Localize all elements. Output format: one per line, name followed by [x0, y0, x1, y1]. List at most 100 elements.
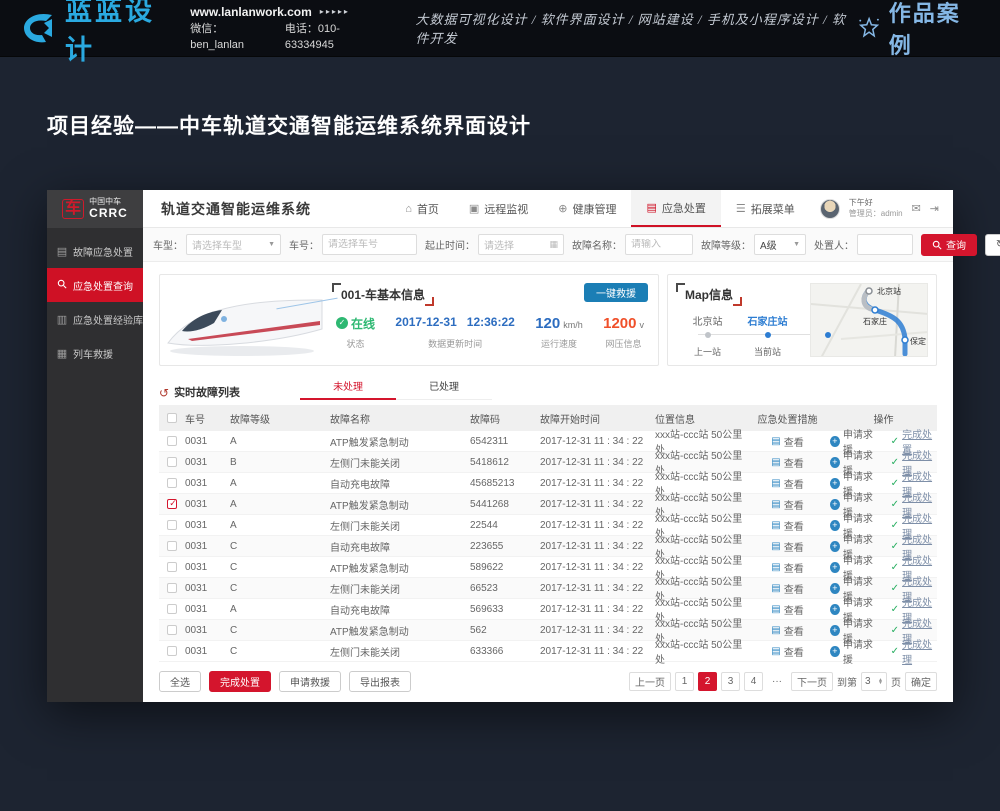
sidebar-item-label: 故障应急处置	[73, 244, 133, 259]
view-doc-icon: ▤	[771, 583, 780, 594]
view-link[interactable]: ▤ 查看	[771, 560, 803, 575]
one-key-rescue-button[interactable]: 一键救援	[584, 283, 648, 302]
view-link[interactable]: ▤ 查看	[771, 602, 803, 617]
query-button[interactable]: 查询	[921, 234, 977, 256]
logout-icon[interactable]: ⇥	[930, 202, 939, 215]
reset-button[interactable]: ↻ 重置	[985, 234, 1000, 256]
row-checkbox[interactable]	[167, 583, 177, 593]
cell-train-no: 0031	[185, 604, 230, 615]
confirm-button[interactable]: 确定	[905, 672, 937, 691]
nav-extend-menu[interactable]: ☰ 拓展菜单	[721, 190, 810, 227]
cell-fault-code: 5441268	[470, 499, 540, 510]
next-page-button[interactable]: 下一页	[791, 672, 833, 691]
row-checkbox[interactable]	[167, 457, 177, 467]
view-link[interactable]: ▤ 查看	[771, 623, 803, 638]
sidebar-item-experience-library[interactable]: ▥ 应急处置经验库	[47, 302, 143, 336]
select-all-checkbox[interactable]	[167, 413, 177, 423]
page-1-button[interactable]: 1	[675, 672, 694, 691]
export-report-button[interactable]: 导出报表	[349, 671, 411, 692]
complete-handle-button[interactable]: 完成处置	[209, 671, 271, 692]
apply-rescue-button[interactable]: 申请救援	[279, 671, 341, 692]
stat-speed: 120 km/h 运行速度	[535, 315, 583, 350]
fault-level-select[interactable]: A级 ▼	[754, 234, 806, 255]
page-2-button[interactable]: 2	[698, 672, 717, 691]
view-link[interactable]: ▤ 查看	[771, 539, 803, 554]
chevron-down-icon: ▼	[793, 241, 800, 248]
jump-unit: 页	[891, 674, 901, 689]
nav-home[interactable]: ⌂ 首页	[390, 190, 454, 227]
page-4-button[interactable]: 4	[744, 672, 763, 691]
map-label-shijiazhuang: 石家庄	[863, 316, 887, 326]
time-range-picker[interactable]: 请选择 ▦	[478, 234, 564, 255]
nav-emergency[interactable]: ▤ 应急处置	[631, 190, 720, 227]
cell-fault-name: ATP触发紧急制动	[330, 560, 470, 575]
page-3-button[interactable]: 3	[721, 672, 740, 691]
sidebar-item-fault-emergency[interactable]: ▤ 故障应急处置	[47, 234, 143, 268]
crrc-brand: 车 中国中车 CRRC	[47, 190, 143, 228]
cell-train-no: 0031	[185, 625, 230, 636]
cell-start-time: 2017-12-31 11 : 34 : 22	[540, 520, 655, 531]
select-all-button[interactable]: 全选	[159, 671, 201, 692]
station-name: 北京站	[693, 313, 723, 327]
view-link[interactable]: ▤ 查看	[771, 581, 803, 596]
view-link[interactable]: ▤ 查看	[771, 497, 803, 512]
row-checkbox[interactable]	[167, 562, 177, 572]
station-pos: 当前站	[754, 345, 781, 358]
plus-circle-icon: +	[830, 457, 840, 468]
row-checkbox[interactable]	[167, 520, 177, 530]
cell-fault-code: 589622	[470, 562, 540, 573]
view-link[interactable]: ▤ 查看	[771, 476, 803, 491]
row-checkbox[interactable]	[167, 436, 177, 446]
view-link[interactable]: ▤ 查看	[771, 518, 803, 533]
table-row: 0031 B 左侧门未能关闭 5418612 2017-12-31 11 : 3…	[159, 452, 937, 473]
voltage-value: 1200	[603, 315, 636, 332]
row-checkbox[interactable]	[167, 604, 177, 614]
train-info-card: 001-车基本信息 一键救援 ✓ 在线 状态 2017-12-31	[159, 274, 659, 366]
handler-input[interactable]	[863, 239, 907, 250]
view-link[interactable]: ▤ 查看	[771, 434, 803, 449]
row-checkbox[interactable]	[167, 625, 177, 635]
nav-health-manage[interactable]: ⊕ 健康管理	[543, 190, 631, 227]
view-doc-icon: ▤	[771, 625, 780, 636]
arrows-decoration: ▸▸▸▸▸	[320, 6, 350, 18]
view-link[interactable]: ▤ 查看	[771, 455, 803, 470]
refresh-icon[interactable]: ↺	[159, 386, 169, 400]
time-range-label: 起止时间：	[425, 237, 475, 252]
table-title: 实时故障列表	[174, 384, 240, 400]
jump-label: 到第	[837, 674, 857, 689]
nav-remote-monitor[interactable]: ▣ 远程监视	[454, 190, 543, 227]
cell-train-no: 0031	[185, 541, 230, 552]
tab-unhandled[interactable]: 未处理	[300, 378, 396, 400]
site-banner: 蓝蓝设计 www.lanlanwork.com ▸▸▸▸▸ 微信：ben_lan…	[0, 0, 1000, 57]
train-no-label: 车号：	[289, 237, 319, 252]
cell-fault-level: A	[230, 604, 330, 615]
fault-name-input[interactable]	[631, 239, 687, 250]
complete-link[interactable]: ✓ 完成处理	[891, 636, 937, 666]
row-checkbox[interactable]	[167, 478, 177, 488]
cell-train-no: 0031	[185, 583, 230, 594]
sidebar-item-emergency-query[interactable]: 应急处置查询	[47, 268, 143, 302]
portfolio-link[interactable]: 作品案例	[857, 0, 978, 60]
cell-fault-name: 自动充电故障	[330, 539, 470, 554]
filter-bar: 车型： 请选择车型 ▼ 车号： 起止时间： 请选择 ▦ 故	[143, 228, 953, 262]
services-list: 大数据可视化设计 / 软件界面设计 / 网站建设 / 手机及小程序设计 / 软件…	[415, 9, 856, 47]
row-checkbox[interactable]	[167, 499, 177, 509]
col-train-no: 车号	[185, 411, 230, 426]
prev-page-button[interactable]: 上一页	[629, 672, 671, 691]
cell-fault-level: C	[230, 562, 330, 573]
app-title: 轨道交通智能运维系统	[161, 199, 311, 219]
train-no-input[interactable]	[328, 239, 411, 250]
row-checkbox[interactable]	[167, 646, 177, 656]
jump-page-input[interactable]: 3 ▲▼	[861, 672, 887, 691]
apply-rescue-link[interactable]: + 申请求援	[830, 636, 879, 666]
tab-handled[interactable]: 已处理	[396, 378, 492, 400]
mini-map: 北京站 石家庄 保定	[810, 283, 928, 357]
train-type-select[interactable]: 请选择车型 ▼	[186, 234, 281, 255]
view-link[interactable]: ▤ 查看	[771, 644, 803, 659]
mail-icon[interactable]: ✉	[912, 202, 921, 215]
avatar[interactable]	[820, 199, 840, 219]
sidebar-item-train-rescue[interactable]: ▦ 列车救援	[47, 336, 143, 370]
row-checkbox[interactable]	[167, 541, 177, 551]
plus-circle-icon: +	[830, 541, 840, 552]
jump-value: 3	[865, 676, 871, 687]
